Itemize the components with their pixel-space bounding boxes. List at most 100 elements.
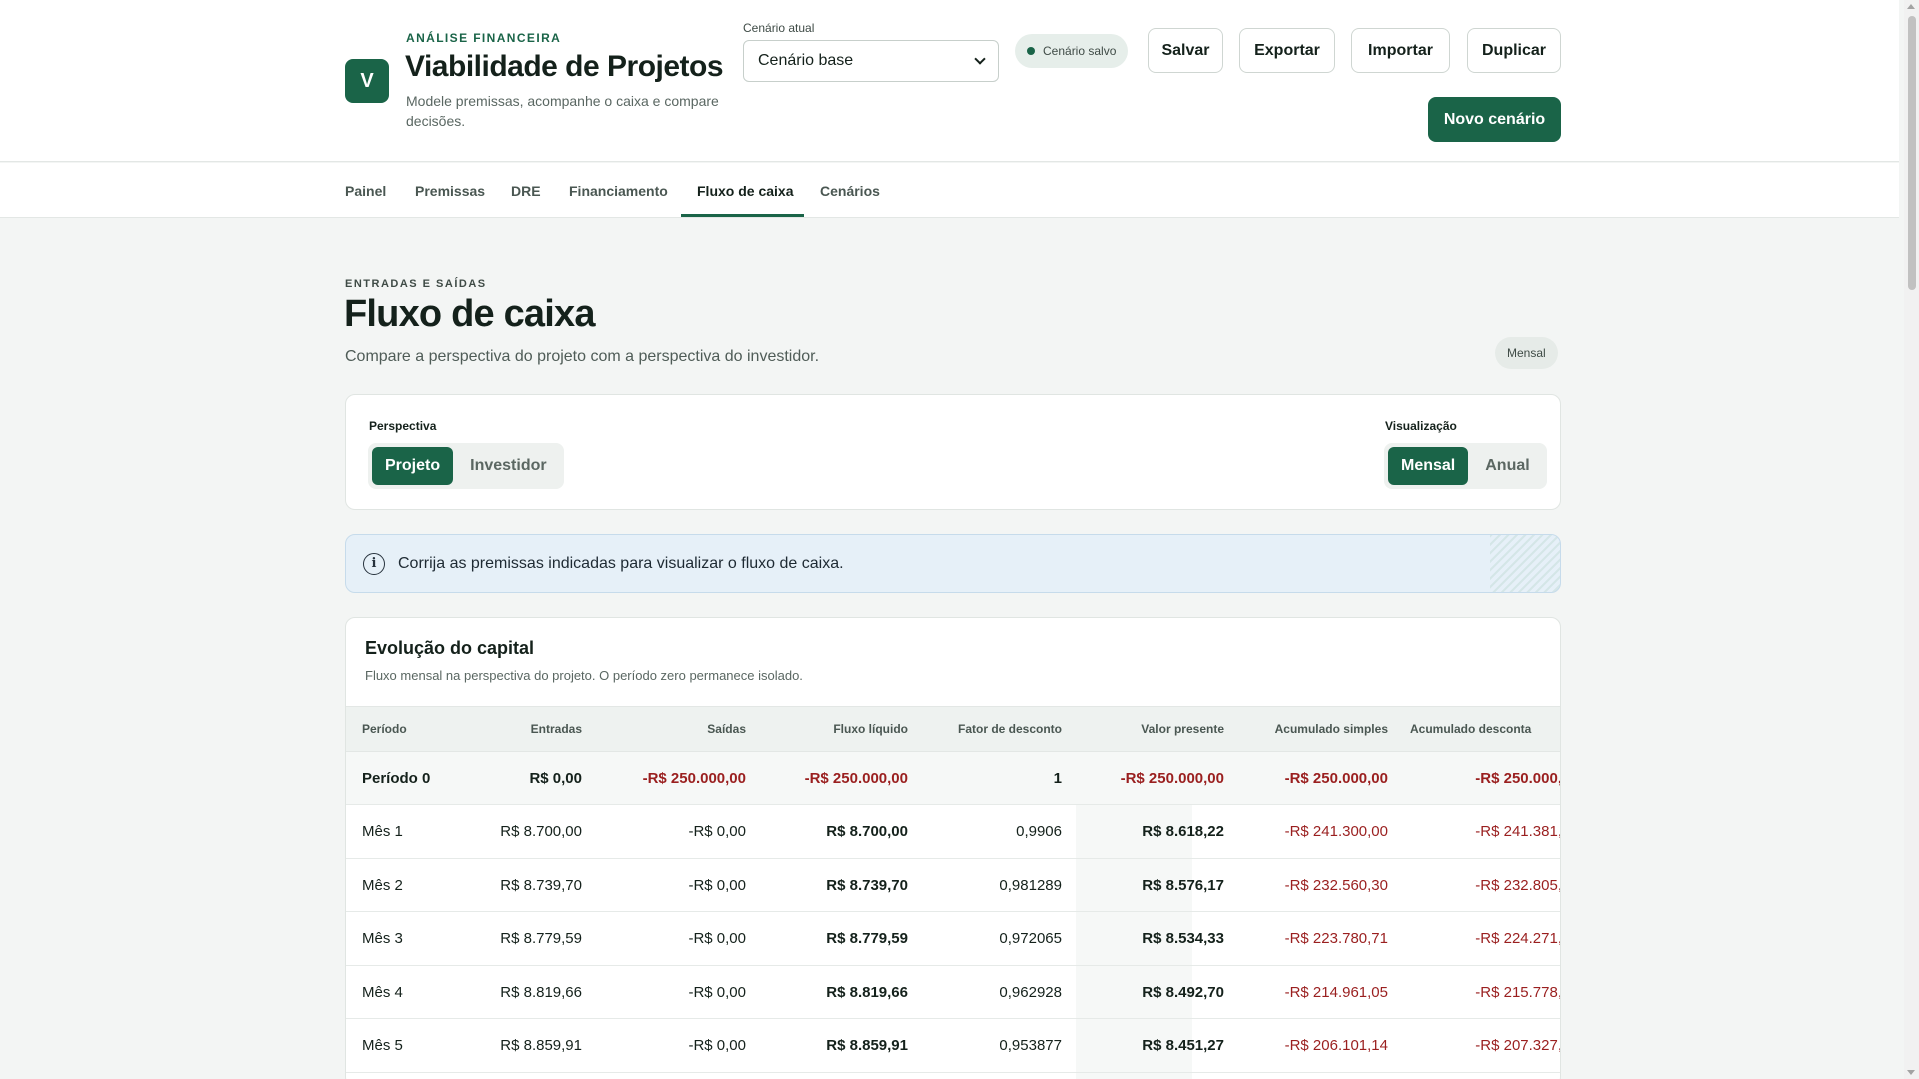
col-entradas: Entradas [530, 722, 582, 736]
cell-acumulado-simples: -R$ 241.300,00 [1284, 823, 1388, 840]
cell-saidas: -R$ 0,00 [688, 876, 746, 894]
view-toggle: Mensal Anual [1384, 443, 1547, 489]
cell-entradas: R$ 8.779,59 [500, 930, 582, 947]
col-saidas: Saídas [707, 722, 746, 736]
chevron-down-icon [974, 53, 986, 65]
cell-fator-desconto: 0,972065 [999, 930, 1062, 947]
scenario-select[interactable]: Cenário base [743, 40, 999, 82]
col-fator-desconto: Fator de desconto [957, 722, 1062, 736]
col-periodo: Período [362, 722, 407, 736]
cell-fator-desconto: 0,962928 [999, 983, 1062, 1001]
cell-entradas: R$ 0,00 [529, 769, 582, 787]
cell-period: Mês 1 [362, 823, 403, 840]
view-option-anual[interactable]: Anual [1472, 447, 1542, 485]
tab-financiamento[interactable]: Financiamento [569, 163, 668, 218]
cell-saidas: -R$ 0,00 [688, 823, 746, 840]
perspective-option-projeto[interactable]: Projeto [372, 447, 454, 485]
col-acumulado-descontado: Acumulado desconta [1410, 722, 1532, 736]
app-logo: V [345, 59, 389, 103]
cell-acumulado-descontado: -R$ 241.381, [1475, 823, 1561, 840]
scenario-select-value: Cenário base [758, 52, 854, 69]
cell-fator-desconto: 0,953877 [999, 1037, 1062, 1054]
scroll-up-icon[interactable] [1907, 4, 1915, 9]
app-eyebrow: ANÁLISE FINANCEIRA [406, 31, 562, 45]
cell-entradas: R$ 8.819,66 [500, 983, 582, 1001]
app-title: Viabilidade de Projetos [405, 50, 724, 83]
cell-valor-presente: R$ 8.576,17 [1142, 876, 1224, 894]
cell-fluxo-liquido: R$ 8.779,59 [826, 930, 908, 947]
perspective-toggle: Projeto Investidor [368, 443, 564, 489]
cell-valor-presente: R$ 8.534,33 [1142, 930, 1224, 947]
cell-fluxo-liquido: R$ 8.739,70 [826, 876, 908, 894]
duplicate-button[interactable]: Duplicar [1467, 28, 1561, 73]
app-subtitle: Modele premissas, acompanhe o caixa e co… [406, 93, 719, 129]
page-kicker: ENTRADAS E SAÍDAS [345, 278, 487, 290]
table-title: Evolução do capital [365, 638, 535, 658]
cell-entradas: R$ 8.700,00 [500, 823, 582, 840]
mode-badge: Mensal [1495, 337, 1558, 369]
cell-fluxo-liquido: R$ 8.859,91 [826, 1037, 908, 1054]
cell-saidas: -R$ 0,00 [688, 930, 746, 947]
col-valor-presente: Valor presente [1141, 722, 1224, 736]
cell-saidas: -R$ 250.000,00 [642, 769, 746, 787]
cell-acumulado-simples: -R$ 214.961,05 [1284, 983, 1388, 1001]
tab-cenarios[interactable]: Cenários [820, 163, 880, 218]
table-subtitle: Fluxo mensal na perspectiva do projeto. … [365, 668, 803, 683]
page-title: Fluxo de caixa [344, 293, 595, 335]
cell-valor-presente: R$ 8.492,70 [1142, 983, 1224, 1001]
table-row: Mês 1 R$ 8.700,00 -R$ 0,00 R$ 8.700,00 0,990… [346, 806, 1561, 859]
page-subtitle: Compare a perspectiva do projeto com a p… [345, 348, 820, 365]
alert-decoration [1490, 535, 1560, 592]
info-icon: i [363, 552, 385, 575]
cell-fluxo-liquido: -R$ 250.000,00 [804, 769, 908, 787]
table-row: Mês 3 R$ 8.779,59 -R$ 0,00 R$ 8.779,59 0,972… [346, 913, 1561, 966]
cell-acumulado-simples: -R$ 206.101,14 [1284, 1037, 1388, 1054]
cell-fluxo-liquido: R$ 8.700,00 [826, 823, 908, 840]
tab-dre[interactable]: DRE [511, 163, 541, 218]
tab-painel[interactable]: Painel [345, 163, 386, 218]
cell-entradas: R$ 8.859,91 [500, 1037, 582, 1054]
scrollbar-thumb[interactable] [1908, 16, 1916, 290]
main-nav: Painel Premissas DRE Financiamento Fluxo… [0, 163, 1899, 218]
cell-fator-desconto: 0,9906 [1016, 823, 1062, 840]
cell-acumulado-descontado: -R$ 250.000, [1475, 769, 1561, 787]
import-button[interactable]: Importar [1351, 28, 1450, 73]
view-option-mensal[interactable]: Mensal [1388, 447, 1469, 485]
cell-period: Período 0 [362, 769, 431, 787]
cell-period: Mês 2 [362, 876, 403, 894]
export-button[interactable]: Exportar [1239, 28, 1335, 73]
table-header: Período Entradas Saídas Fluxo líquido Fa… [346, 706, 1560, 752]
cell-fator-desconto: 0,981289 [999, 876, 1062, 894]
table-row: Mês 2 R$ 8.739,70 -R$ 0,00 R$ 8.739,70 0,981… [346, 859, 1561, 912]
new-scenario-button[interactable]: Novo cenário [1428, 97, 1561, 142]
scroll-down-icon[interactable] [1907, 1070, 1915, 1075]
perspective-option-investidor[interactable]: Investidor [457, 447, 559, 485]
cell-acumulado-descontado: -R$ 215.778, [1475, 983, 1561, 1001]
col-acumulado-simples: Acumulado simples [1274, 722, 1388, 736]
controls-card: Perspectiva Projeto Investidor Visualiza… [345, 394, 1561, 510]
cell-acumulado-simples: -R$ 223.780,71 [1284, 930, 1388, 947]
cell-valor-presente: R$ 8.451,27 [1142, 1037, 1224, 1054]
tab-premissas[interactable]: Premissas [415, 163, 485, 218]
cell-period: Mês 5 [362, 1037, 403, 1054]
table-row: Período 0 R$ 0,00 -R$ 250.000,00 -R$ 250.00… [346, 752, 1561, 805]
cell-entradas: R$ 8.739,70 [500, 876, 582, 894]
tab-fluxo-de-caixa[interactable]: Fluxo de caixa [697, 163, 793, 218]
info-alert: i Corrija as premissas indicadas para vi… [345, 534, 1561, 593]
scenario-label: Cenário atual [743, 21, 815, 35]
table-row: Mês 5 R$ 8.859,91 -R$ 0,00 R$ 8.859,91 0,953… [346, 1020, 1560, 1073]
cell-period: Mês 3 [362, 930, 403, 947]
cell-saidas: -R$ 0,00 [688, 983, 746, 1001]
cell-acumulado-descontado: -R$ 224.271, [1475, 930, 1561, 947]
saved-status-badge: Cenário salvo [1015, 34, 1129, 68]
cell-period: Mês 4 [362, 983, 403, 1001]
perspective-label: Perspectiva [369, 419, 437, 433]
saved-status-text: Cenário salvo [1043, 44, 1117, 58]
alert-text: Corrija as premissas indicadas para visu… [398, 554, 844, 572]
cell-acumulado-descontado: -R$ 232.805, [1475, 876, 1561, 894]
capital-evolution-card: Evolução do capital Fluxo mensal na pers… [345, 617, 1561, 1079]
save-button[interactable]: Salvar [1148, 28, 1223, 73]
cell-fluxo-liquido: R$ 8.819,66 [826, 983, 908, 1001]
cell-saidas: -R$ 0,00 [688, 1037, 746, 1054]
page-scrollbar[interactable] [1904, 0, 1919, 1079]
